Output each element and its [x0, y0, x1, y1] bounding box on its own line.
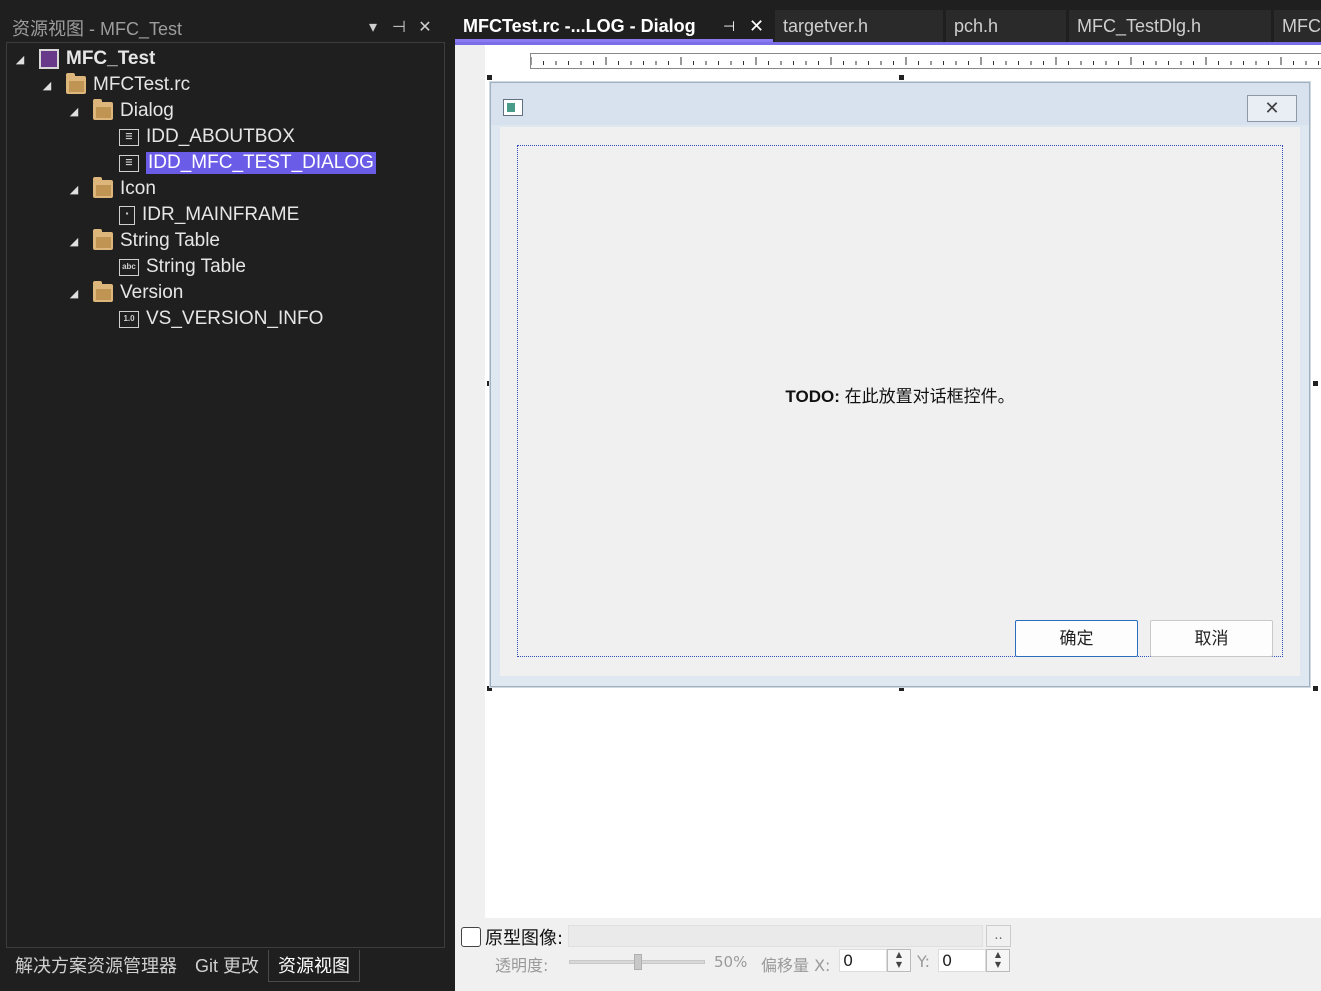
todo-text: 在此放置对话框控件。: [839, 387, 1015, 406]
tab-label: MFCTest.rc -...LOG - Dialog: [463, 16, 696, 36]
folder-icon: [66, 73, 86, 94]
project-icon: [39, 49, 59, 69]
dialog-resource-icon: ☰: [119, 154, 139, 172]
ok-button[interactable]: 确定: [1015, 620, 1138, 657]
todo-static-text[interactable]: TODO: 在此放置对话框控件。: [500, 382, 1300, 407]
tree-item-version-info[interactable]: 1.0 VS_VERSION_INFO: [119, 306, 323, 332]
pin-icon[interactable]: ⊣: [723, 10, 735, 39]
tab-resource-view[interactable]: 资源视图: [268, 950, 361, 982]
pin-icon[interactable]: ⊣: [388, 14, 410, 40]
offset-x-spinner[interactable]: ▲ ▼: [887, 949, 911, 972]
dialog-design-canvas[interactable]: ✕ TODO: 在此放置对话框控件。 确定 取消: [455, 45, 1321, 918]
tree-item-aboutbox[interactable]: ☰ IDD_ABOUTBOX: [119, 124, 295, 150]
dialog-client-area: TODO: 在此放置对话框控件。 确定 取消: [500, 127, 1300, 676]
tree-item-label: Dialog: [120, 100, 174, 121]
opacity-label: 透明度:: [495, 956, 549, 975]
tab-git-changes[interactable]: Git 更改: [186, 950, 268, 982]
tree-item-label: String Table: [146, 256, 246, 277]
tree-item-main-dialog[interactable]: ☰ IDD_MFC_TEST_DIALOG: [119, 150, 376, 176]
tree-item-label-selected: IDD_MFC_TEST_DIALOG: [146, 152, 376, 174]
opacity-slider[interactable]: [569, 954, 705, 970]
tree-item-label: Icon: [120, 178, 156, 199]
folder-icon: [93, 177, 113, 198]
prototype-path-input[interactable]: [568, 925, 983, 947]
resize-handle[interactable]: [1313, 686, 1318, 691]
tab-solution-explorer[interactable]: 解决方案资源管理器: [6, 950, 186, 982]
opacity-value: 50%: [714, 953, 748, 971]
tree-item-label: IDR_MAINFRAME: [142, 204, 300, 225]
app-icon: [503, 99, 523, 116]
todo-prefix: TODO:: [785, 387, 840, 406]
slider-thumb[interactable]: [634, 954, 642, 970]
tree-item-string-table-folder[interactable]: ◢ String Table: [67, 228, 220, 254]
tab-mfc-overflow[interactable]: MFC: [1274, 10, 1321, 42]
tree-item-icon-folder[interactable]: ◢ Icon: [67, 176, 156, 202]
expand-arrow-icon[interactable]: ◢: [67, 235, 81, 248]
dialog-close-button[interactable]: ✕: [1247, 95, 1297, 122]
tree-item-label: MFC_Test: [66, 48, 156, 69]
offset-y-label: Y:: [917, 952, 931, 971]
offset-y-spinner[interactable]: ▲ ▼: [986, 949, 1010, 972]
tab-targetver[interactable]: targetver.h: [775, 10, 943, 42]
editor-area: MFCTest.rc -...LOG - Dialog ⊣ ✕ targetve…: [455, 0, 1321, 991]
dialog-preview[interactable]: ✕ TODO: 在此放置对话框控件。 确定 取消: [490, 82, 1310, 687]
document-tab-bar: MFCTest.rc -...LOG - Dialog ⊣ ✕ targetve…: [455, 10, 1321, 44]
prototype-image-bar: 原型图像: .. 透明度: 50% 偏移量 X: 0 ▲ ▼ Y: 0 ▲ ▼: [455, 918, 1321, 991]
tree-item-label: String Table: [120, 230, 220, 251]
resize-handle[interactable]: [899, 75, 904, 80]
dialog-resource-icon: ☰: [119, 128, 139, 146]
tree-item-string-table[interactable]: abc String Table: [119, 254, 246, 280]
tree-item-rc-file[interactable]: ◢ MFCTest.rc: [40, 72, 190, 98]
tree-item-version-folder[interactable]: ◢ Version: [67, 280, 183, 306]
resize-handle[interactable]: [487, 75, 492, 80]
tree-item-label: IDD_ABOUTBOX: [146, 126, 295, 147]
resource-tree[interactable]: ◢ MFC_Test ◢ MFCTest.rc ◢ Dialog ☰ IDD_A…: [6, 42, 445, 948]
expand-arrow-icon[interactable]: ◢: [40, 79, 54, 92]
dialog-titlebar: ✕: [491, 83, 1309, 125]
offset-x-input[interactable]: 0: [839, 949, 887, 972]
panel-title: 资源视图 - MFC_Test: [12, 19, 183, 39]
tree-item-label: VS_VERSION_INFO: [146, 308, 324, 329]
bottom-tab-bar: 解决方案资源管理器 Git 更改 资源视图: [6, 950, 361, 982]
offset-x-label: 偏移量 X:: [761, 956, 831, 975]
ruler-ticks: [530, 57, 1319, 65]
version-resource-icon: 1.0: [119, 310, 139, 328]
tab-testdlg[interactable]: MFC_TestDlg.h: [1069, 10, 1271, 42]
offset-y-input[interactable]: 0: [938, 949, 986, 972]
tree-item-label: MFCTest.rc: [93, 74, 191, 95]
tree-item-mainframe[interactable]: ▪ IDR_MAINFRAME: [119, 202, 299, 228]
cancel-button[interactable]: 取消: [1150, 620, 1273, 657]
folder-icon: [93, 229, 113, 250]
tree-item-label: Version: [120, 282, 184, 303]
close-icon[interactable]: ✕: [749, 10, 764, 39]
expand-arrow-icon[interactable]: ◢: [67, 287, 81, 300]
folder-icon: [93, 281, 113, 302]
tab-pch[interactable]: pch.h: [946, 10, 1066, 42]
expand-arrow-icon[interactable]: ◢: [67, 105, 81, 118]
horizontal-ruler[interactable]: [530, 53, 1321, 69]
resize-handle[interactable]: [1313, 381, 1318, 386]
tab-dialog-editor[interactable]: MFCTest.rc -...LOG - Dialog ⊣ ✕: [455, 10, 773, 42]
panel-dropdown-icon[interactable]: ▾: [362, 14, 384, 40]
resource-view-panel: 资源视图 - MFC_Test ▾ ⊣ ✕ ◢ MFC_Test ◢ MFCTe…: [0, 0, 455, 991]
folder-icon: [93, 99, 113, 120]
browse-button[interactable]: ..: [986, 925, 1011, 947]
tree-item-dialog-folder[interactable]: ◢ Dialog: [67, 98, 174, 124]
icon-resource-icon: ▪: [119, 205, 135, 225]
expand-arrow-icon[interactable]: ◢: [67, 183, 81, 196]
expand-arrow-icon[interactable]: ◢: [13, 53, 27, 66]
close-icon[interactable]: ✕: [414, 14, 436, 40]
prototype-checkbox[interactable]: [461, 927, 481, 947]
prototype-label: 原型图像:: [485, 928, 564, 949]
string-table-icon: abc: [119, 258, 139, 276]
tree-item-project[interactable]: ◢ MFC_Test: [13, 46, 155, 72]
